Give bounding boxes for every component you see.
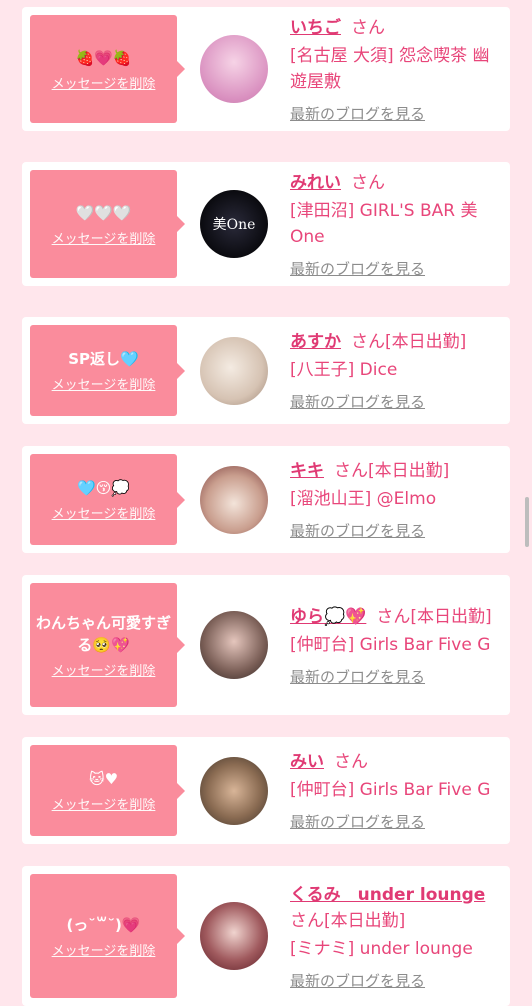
latest-blog-link[interactable]: 最新のブログを見る	[290, 391, 500, 412]
avatar[interactable]	[200, 902, 268, 970]
latest-blog-link[interactable]: 最新のブログを見る	[290, 103, 500, 124]
message-text: SP返し🩵	[68, 350, 139, 368]
profile-name-link[interactable]: みれい	[290, 173, 341, 193]
avatar[interactable]	[200, 611, 268, 679]
avatar[interactable]	[200, 756, 268, 825]
status: [本日出勤]	[368, 461, 450, 481]
list-item: 🤍🤍🤍 メッセージを削除 美One みれい さん [津田沼] GIRL'S BAR…	[22, 162, 510, 286]
profile-name-link[interactable]: ゆら💭💖	[290, 607, 366, 627]
list-item: (っ˘꒳˘)💗 メッセージを削除 くるみ under lounge さん[本日出…	[22, 866, 510, 1006]
profile-name-link[interactable]: あすか	[290, 332, 341, 352]
list-item: わんちゃん可愛すぎる🥺💖 メッセージを削除 ゆら💭💖 さん[本日出勤] [仲町台]…	[22, 575, 510, 715]
shop-area: [八王子] Dice	[290, 360, 398, 380]
latest-blog-link[interactable]: 最新のブログを見る	[290, 811, 500, 832]
avatar[interactable]	[200, 35, 268, 103]
shop-area: [名古屋 大須] 怨念喫茶 幽遊屋敷	[290, 45, 490, 92]
list-item: 🍓💗🍓 メッセージを削除 いちご さん [名古屋 大須] 怨念喫茶 幽遊屋敷 最新…	[22, 7, 510, 131]
delete-message-link[interactable]: メッセージを削除	[52, 73, 156, 92]
profile-name-link[interactable]: くるみ under lounge	[290, 885, 485, 905]
honorific: さん	[334, 461, 368, 481]
shop-area: [仲町台] Girls Bar Five G	[290, 780, 491, 800]
message-text: わんちゃん可愛すぎる🥺💖	[36, 613, 172, 654]
message-text: 🍓💗🍓	[75, 48, 132, 67]
delete-message-link[interactable]: メッセージを削除	[52, 940, 156, 959]
latest-blog-link[interactable]: 最新のブログを見る	[290, 970, 500, 991]
profile-info: ゆら💭💖 さん[本日出勤] [仲町台] Girls Bar Five G 最新のブ…	[290, 604, 500, 687]
honorific: さん	[351, 17, 385, 38]
delete-message-link[interactable]: メッセージを削除	[52, 374, 156, 393]
honorific: さん	[351, 332, 385, 352]
avatar[interactable]	[200, 336, 268, 405]
shop-area: [津田沼] GIRL'S BAR 美One	[290, 200, 478, 247]
delete-message-link[interactable]: メッセージを削除	[52, 660, 156, 679]
profile-name-link[interactable]: キキ	[290, 461, 324, 481]
profile-info: いちご さん [名古屋 大須] 怨念喫茶 幽遊屋敷 最新のブログを見る	[290, 15, 500, 124]
status: [本日出勤]	[324, 910, 406, 931]
delete-message-link[interactable]: メッセージを削除	[52, 503, 156, 522]
message-text: (っ˘꒳˘)💗	[66, 915, 141, 934]
latest-blog-link[interactable]: 最新のブログを見る	[290, 258, 500, 279]
message-bubble: SP返し🩵 メッセージを削除	[30, 325, 185, 416]
shop-area: [ミナミ] under lounge	[290, 938, 473, 959]
avatar[interactable]	[200, 465, 268, 534]
message-text: 🐱♥	[88, 770, 119, 788]
avatar[interactable]: 美One	[200, 190, 268, 258]
profile-name-link[interactable]: みい	[290, 752, 324, 772]
profile-name-link[interactable]: いちご	[290, 18, 341, 38]
profile-info: みれい さん [津田沼] GIRL'S BAR 美One 最新のブログを見る	[290, 170, 500, 279]
honorific: さん	[351, 172, 385, 193]
latest-blog-link[interactable]: 最新のブログを見る	[290, 520, 500, 541]
profile-info: くるみ under lounge さん[本日出勤] [ミナミ] under lo…	[290, 882, 500, 991]
message-bubble: わんちゃん可愛すぎる🥺💖 メッセージを削除	[30, 583, 185, 707]
message-bubble: 🍓💗🍓 メッセージを削除	[30, 15, 185, 123]
list-item: 🩵😚💭 メッセージを削除 キキ さん[本日出勤] [溜池山王] @Elmo 最新の…	[22, 446, 510, 553]
shop-area: [仲町台] Girls Bar Five G	[290, 634, 491, 655]
list-item: SP返し🩵 メッセージを削除 あすか さん[本日出勤] [八王子] Dice 最新…	[22, 317, 510, 424]
shop-area: [溜池山王] @Elmo	[290, 489, 437, 509]
message-bubble: 🐱♥ メッセージを削除	[30, 745, 185, 836]
message-bubble: 🩵😚💭 メッセージを削除	[30, 454, 185, 545]
profile-info: キキ さん[本日出勤] [溜池山王] @Elmo 最新のブログを見る	[290, 458, 500, 541]
message-list: 🍓💗🍓 メッセージを削除 いちご さん [名古屋 大須] 怨念喫茶 幽遊屋敷 最新…	[0, 0, 532, 1006]
status: [本日出勤]	[385, 332, 467, 352]
latest-blog-link[interactable]: 最新のブログを見る	[290, 666, 500, 687]
message-text: 🩵😚💭	[77, 479, 130, 497]
status: [本日出勤]	[410, 606, 492, 627]
avatar-logo-text: 美One	[212, 217, 256, 233]
list-item: 🐱♥ メッセージを削除 みい さん [仲町台] Girls Bar Five G …	[22, 737, 510, 844]
delete-message-link[interactable]: メッセージを削除	[52, 794, 156, 813]
message-text: 🤍🤍🤍	[75, 203, 132, 222]
profile-info: あすか さん[本日出勤] [八王子] Dice 最新のブログを見る	[290, 329, 500, 412]
honorific: さん	[334, 752, 368, 772]
delete-message-link[interactable]: メッセージを削除	[52, 228, 156, 247]
message-bubble: (っ˘꒳˘)💗 メッセージを削除	[30, 874, 185, 998]
message-bubble: 🤍🤍🤍 メッセージを削除	[30, 170, 185, 278]
profile-info: みい さん [仲町台] Girls Bar Five G 最新のブログを見る	[290, 749, 500, 832]
honorific: さん	[290, 910, 324, 931]
honorific: さん	[376, 606, 411, 627]
scrollbar[interactable]	[525, 497, 529, 547]
